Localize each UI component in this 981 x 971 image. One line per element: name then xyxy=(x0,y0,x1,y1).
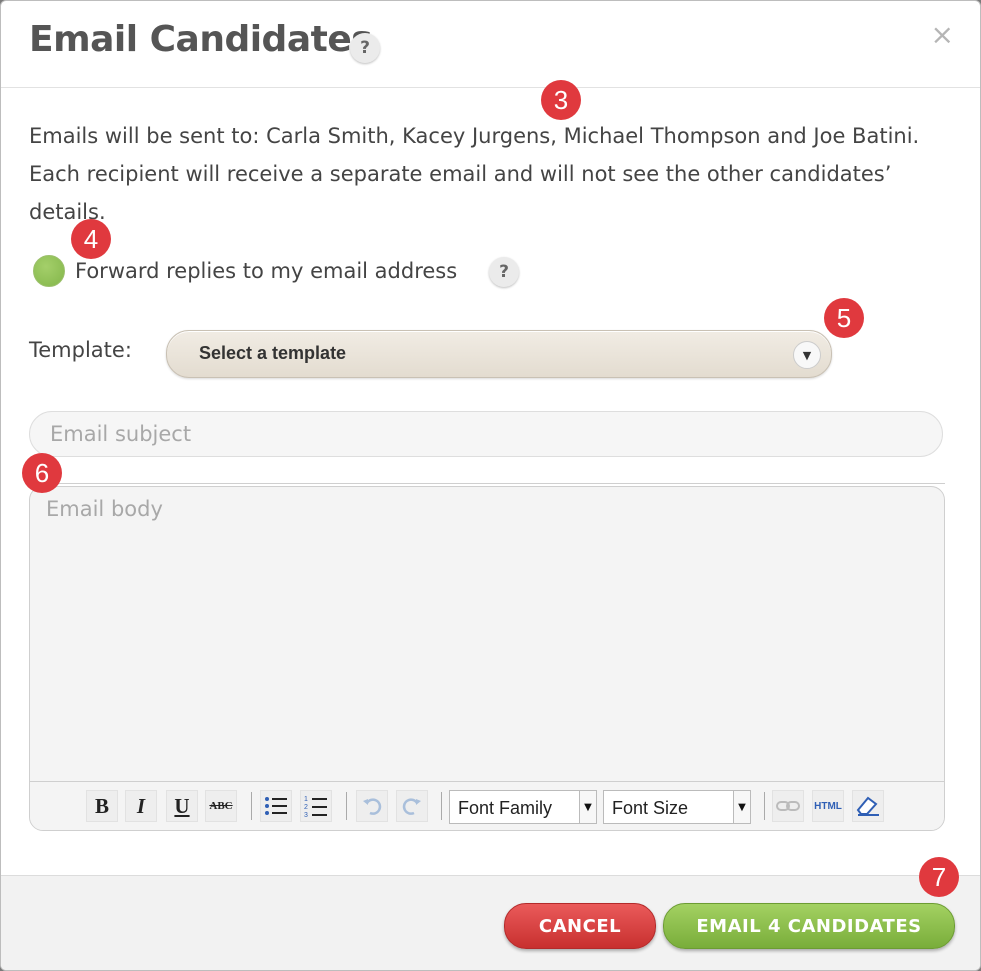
bold-icon: B xyxy=(94,793,109,818)
annotation-marker-3: 3 xyxy=(541,80,581,120)
close-icon[interactable]: × xyxy=(931,21,954,49)
toolbar-separator xyxy=(764,792,765,820)
underline-button[interactable]: U xyxy=(166,790,198,822)
annotation-marker-4: 4 xyxy=(71,219,111,259)
strikethrough-icon: ABC xyxy=(209,800,233,812)
divider xyxy=(29,483,945,484)
cancel-button[interactable]: CANCEL xyxy=(504,903,656,949)
email-body-input[interactable] xyxy=(30,487,944,783)
forward-replies-toggle[interactable] xyxy=(33,255,65,287)
html-source-button[interactable]: HTML xyxy=(812,790,844,822)
chevron-down-icon: ▼ xyxy=(733,791,750,823)
annotation-marker-6: 6 xyxy=(22,453,62,493)
bold-button[interactable]: B xyxy=(86,790,118,822)
italic-icon: I xyxy=(136,793,146,818)
link-icon xyxy=(776,801,800,811)
annotation-marker-7: 7 xyxy=(919,857,959,897)
forward-replies-row: Forward replies to my email address xyxy=(33,253,457,289)
eraser-icon xyxy=(856,796,879,816)
email-candidates-button[interactable]: EMAIL 4 CANDIDATES xyxy=(663,903,955,949)
annotation-marker-5: 5 xyxy=(824,298,864,338)
dialog-title: Email Candidates xyxy=(29,19,373,60)
toolbar-separator xyxy=(346,792,347,820)
toolbar-separator xyxy=(441,792,442,820)
chevron-down-icon: ▼ xyxy=(579,791,596,823)
forward-replies-label: Forward replies to my email address xyxy=(75,259,458,283)
email-subject-input[interactable] xyxy=(29,411,943,457)
strikethrough-button[interactable]: ABC xyxy=(205,790,237,822)
svg-text:1: 1 xyxy=(304,796,308,803)
bullet-list-button[interactable] xyxy=(260,790,292,822)
bullet-list-icon xyxy=(265,797,287,815)
font-family-select[interactable]: Font Family ▼ xyxy=(449,790,597,824)
editor-toolbar: B I U ABC 1 2 3 Font Family ▼ Font Size … xyxy=(30,781,944,830)
underline-icon: U xyxy=(174,793,190,818)
redo-icon xyxy=(402,798,421,815)
toolbar-separator xyxy=(251,792,252,820)
template-select[interactable]: Select a template ▼ xyxy=(166,330,832,378)
font-size-select[interactable]: Font Size ▼ xyxy=(603,790,751,824)
template-selected-value: Select a template xyxy=(199,343,347,363)
undo-icon xyxy=(363,798,382,815)
numbered-list-button[interactable]: 1 2 3 xyxy=(300,790,332,822)
font-family-label: Font Family xyxy=(458,798,553,818)
recipients-text: Emails will be sent to: Carla Smith, Kac… xyxy=(29,124,920,224)
title-help-icon[interactable]: ? xyxy=(350,33,380,63)
svg-text:2: 2 xyxy=(304,804,308,811)
font-size-label: Font Size xyxy=(612,798,689,818)
link-button[interactable] xyxy=(772,790,804,822)
undo-button[interactable] xyxy=(356,790,388,822)
email-body-editor: B I U ABC 1 2 xyxy=(29,486,945,831)
redo-button[interactable] xyxy=(396,790,428,822)
italic-button[interactable]: I xyxy=(125,790,157,822)
chevron-down-icon: ▼ xyxy=(793,341,821,369)
svg-text:3: 3 xyxy=(304,812,308,818)
template-label: Template: xyxy=(29,338,132,362)
numbered-list-icon: 1 2 3 xyxy=(304,796,327,818)
clear-formatting-button[interactable] xyxy=(852,790,884,822)
html-icon: HTML xyxy=(814,800,842,812)
forward-help-icon[interactable]: ? xyxy=(489,257,519,287)
dialog-header: Email Candidates ? × xyxy=(1,1,980,88)
email-candidates-dialog: Email Candidates ? × 3 Emails will be se… xyxy=(0,0,981,971)
